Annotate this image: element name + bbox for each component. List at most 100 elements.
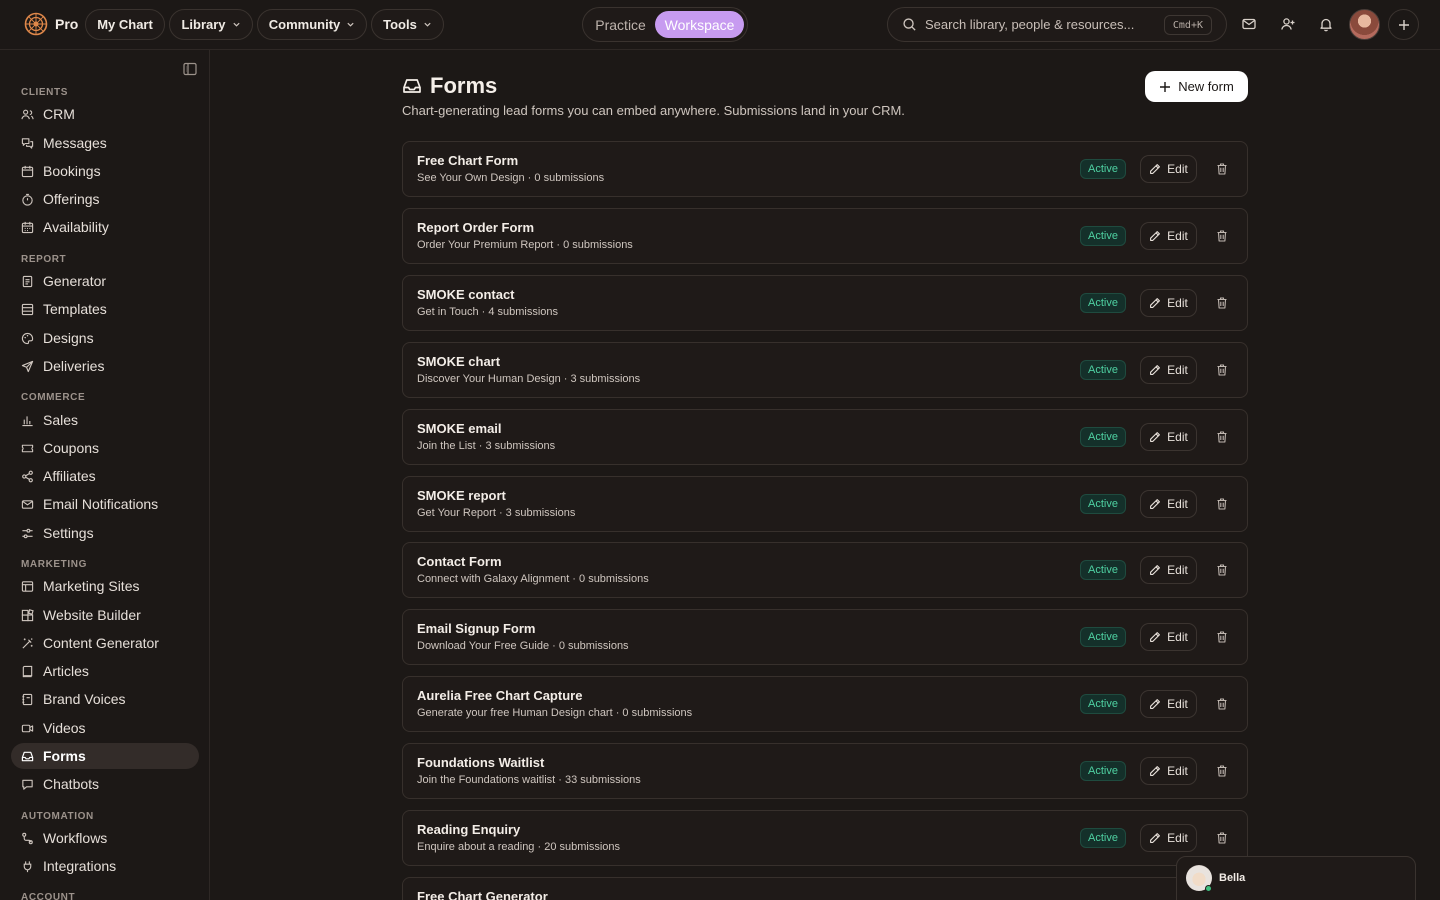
edit-button[interactable]: Edit	[1140, 690, 1197, 719]
nav-library[interactable]: Library	[169, 9, 253, 40]
sidebar-item-brand-voices[interactable]: Brand Voices	[11, 686, 199, 712]
mode-practice[interactable]: Practice	[586, 11, 655, 38]
sidebar-item-affiliates[interactable]: Affiliates	[11, 463, 199, 489]
edit-label: Edit	[1167, 228, 1188, 243]
form-card[interactable]: SMOKE email Join the List · 3 submissions…	[402, 408, 1248, 465]
sidebar-item-articles[interactable]: Articles	[11, 658, 199, 684]
trash-icon[interactable]	[1215, 630, 1229, 644]
status-badge: Active	[1080, 292, 1126, 313]
form-subtitle: Order Your Premium Report · 0 submission…	[417, 238, 633, 251]
form-title: SMOKE report	[417, 487, 506, 503]
mail-icon[interactable]	[1239, 14, 1259, 34]
mode-workspace[interactable]: Workspace	[655, 11, 744, 38]
plus-button[interactable]	[1388, 9, 1419, 40]
pencil-icon	[1149, 230, 1161, 242]
trash-icon[interactable]	[1215, 363, 1229, 377]
sidebar-item-marketing-sites[interactable]: Marketing Sites	[11, 573, 199, 599]
trash-icon[interactable]	[1215, 162, 1229, 176]
edit-button[interactable]: Edit	[1140, 288, 1197, 317]
nav-community[interactable]: Community	[257, 9, 367, 40]
sidebar-item-sales[interactable]: Sales	[11, 407, 199, 433]
sidebar-item-bookings[interactable]: Bookings	[11, 158, 199, 184]
form-title: Free Chart Generator	[417, 888, 548, 900]
edit-button[interactable]: Edit	[1140, 422, 1197, 451]
form-card[interactable]: Email Signup Form Download Your Free Guid…	[402, 609, 1248, 666]
chat-widget[interactable]: Bella	[1176, 856, 1416, 900]
sidebar-item-generator[interactable]: Generator	[11, 268, 199, 294]
add-person-icon[interactable]	[1278, 14, 1298, 34]
form-card[interactable]: Report Order Form Order Your Premium Repo…	[402, 207, 1248, 264]
edit-button[interactable]: Edit	[1140, 489, 1197, 518]
edit-label: Edit	[1167, 563, 1188, 578]
sidebar-item-integrations[interactable]: Integrations	[11, 853, 199, 879]
messages-icon	[21, 137, 34, 149]
sidebar-item-templates[interactable]: Templates	[11, 296, 199, 322]
sidebar-item-forms[interactable]: Forms	[11, 743, 199, 769]
edit-label: Edit	[1167, 429, 1188, 444]
sidebar-item-messages[interactable]: Messages	[11, 130, 199, 156]
sidebar-item-label: Messages	[43, 135, 107, 151]
book-icon	[22, 665, 33, 677]
shortcut-hint: Cmd+K	[1163, 15, 1212, 35]
form-card[interactable]: Reading Enquiry Enquire about a reading ·…	[402, 810, 1248, 866]
sidebar-item-workflows[interactable]: Workflows	[11, 825, 199, 851]
edit-button[interactable]: Edit	[1140, 221, 1197, 250]
sidebar-item-email-notifications[interactable]: Email Notifications	[11, 491, 199, 517]
form-card[interactable]: SMOKE chart Discover Your Human Design · …	[402, 341, 1248, 398]
status-badge: Active	[1080, 828, 1126, 848]
sidebar-item-settings[interactable]: Settings	[11, 520, 199, 546]
nav-my-chart[interactable]: My Chart	[85, 9, 165, 40]
section-title-marketing: MARKETING	[21, 559, 87, 570]
form-card[interactable]: Foundations Waitlist Join the Foundations…	[402, 743, 1248, 800]
edit-button[interactable]: Edit	[1140, 623, 1197, 652]
form-card[interactable]: SMOKE contact Get in Touch · 4 submission…	[402, 274, 1248, 331]
avatar[interactable]	[1349, 9, 1380, 40]
form-card[interactable]: Free Chart Form See Your Own Design · 0 s…	[402, 141, 1248, 197]
sidebar-item-label: Designs	[43, 330, 94, 346]
trash-icon[interactable]	[1215, 831, 1229, 845]
section-title-clients: CLIENTS	[21, 87, 68, 98]
edit-button[interactable]: Edit	[1140, 556, 1197, 585]
edit-button[interactable]: Edit	[1140, 757, 1197, 786]
sidebar-item-designs[interactable]: Designs	[11, 325, 199, 351]
palette-icon	[21, 332, 34, 344]
sliders-icon	[22, 528, 33, 538]
sidebar-item-label: Brand Voices	[43, 691, 126, 707]
trash-icon[interactable]	[1215, 296, 1229, 310]
trash-icon[interactable]	[1215, 497, 1229, 511]
sidebar-item-crm[interactable]: CRM	[11, 101, 199, 127]
status-badge: Active	[1080, 627, 1126, 648]
page-subtitle: Chart-generating lead forms you can embe…	[402, 103, 905, 118]
trash-icon[interactable]	[1215, 430, 1229, 444]
bell-icon[interactable]	[1316, 14, 1336, 34]
edit-button[interactable]: Edit	[1140, 824, 1197, 852]
trash-icon[interactable]	[1215, 764, 1229, 778]
nav-tools[interactable]: Tools	[371, 9, 444, 40]
sidebar-item-availability[interactable]: Availability	[11, 214, 199, 240]
sidebar-item-videos[interactable]: Videos	[11, 715, 199, 741]
sidebar-item-label: Workflows	[43, 830, 108, 846]
sidebar-item-deliveries[interactable]: Deliveries	[11, 353, 199, 379]
trash-icon[interactable]	[1215, 229, 1229, 243]
sidebar-item-content-generator[interactable]: Content Generator	[11, 630, 199, 656]
sidebar-item-offerings[interactable]: Offerings	[11, 186, 199, 212]
edit-label: Edit	[1167, 362, 1188, 377]
sidebar-item-website-builder[interactable]: Website Builder	[11, 602, 199, 628]
form-card[interactable]: Free Chart Generator	[402, 876, 1248, 900]
sidebar-item-chatbots[interactable]: Chatbots	[11, 771, 199, 797]
sidebar-collapse-icon[interactable]	[183, 62, 197, 76]
nav-label: My Chart	[97, 17, 153, 32]
sidebar-item-coupons[interactable]: Coupons	[11, 435, 199, 461]
trash-icon[interactable]	[1215, 697, 1229, 711]
sidebar-item-label: Integrations	[43, 858, 117, 874]
nav-label: Library	[181, 17, 226, 32]
edit-button[interactable]: Edit	[1140, 155, 1197, 183]
edit-button[interactable]: Edit	[1140, 355, 1197, 384]
brand[interactable]: Pro	[24, 12, 78, 36]
search-input[interactable]: Search library, people & resources... Cm…	[887, 7, 1227, 42]
form-card[interactable]: Aurelia Free Chart Capture Generate your …	[402, 676, 1248, 733]
new-form-button[interactable]: New form	[1145, 71, 1248, 102]
trash-icon[interactable]	[1215, 563, 1229, 577]
form-card[interactable]: Contact Form Connect with Galaxy Alignmen…	[402, 542, 1248, 599]
form-card[interactable]: SMOKE report Get Your Report · 3 submissi…	[402, 475, 1248, 532]
